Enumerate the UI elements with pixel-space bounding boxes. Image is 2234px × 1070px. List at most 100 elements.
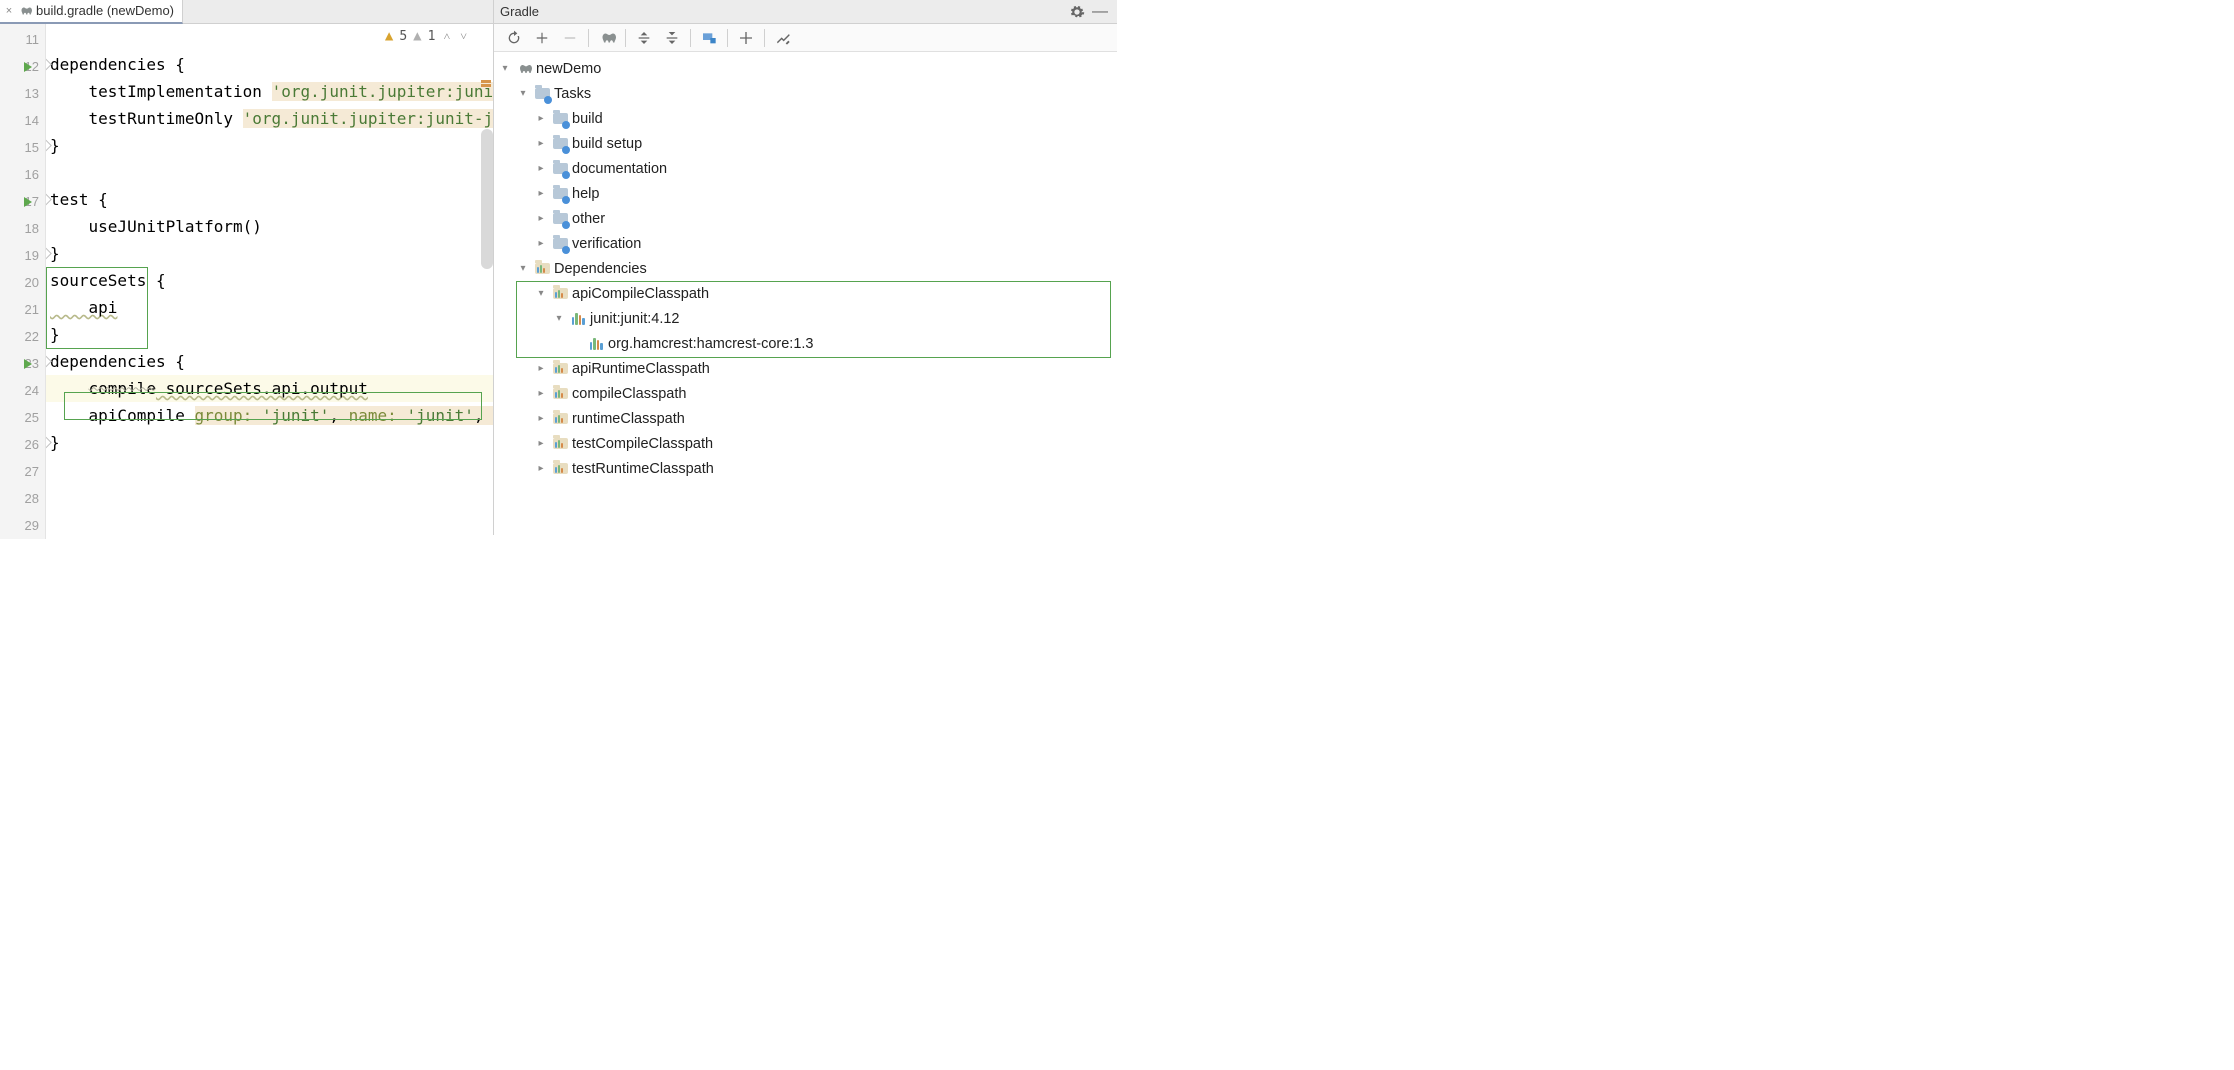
folder-icon [552, 186, 568, 202]
inspections-widget[interactable]: ▲ 5 ▲ 1 ˄ ˅ [383, 28, 471, 44]
tree-node-task[interactable]: documentation [494, 156, 1117, 181]
code-line: } [46, 132, 493, 159]
expand-icon[interactable] [516, 262, 530, 276]
tree-node-config[interactable]: compileClasspath [494, 381, 1117, 406]
library-folder-icon [552, 436, 568, 452]
show-deps-icon[interactable] [695, 27, 723, 49]
expand-icon[interactable] [498, 62, 512, 76]
tree-label: runtimeClasspath [572, 411, 685, 427]
expand-icon [570, 337, 584, 351]
run-gutter-icon[interactable] [24, 359, 32, 369]
gradle-header: Gradle — [494, 0, 1117, 24]
tree-node-tasks[interactable]: Tasks [494, 81, 1117, 106]
line-number: 15 [25, 140, 39, 155]
line-number: 20 [25, 275, 39, 290]
expand-icon[interactable] [534, 237, 548, 251]
editor-tab-build-gradle[interactable]: × build.gradle (newDemo) [0, 0, 183, 24]
scrollbar-thumb[interactable] [481, 129, 493, 269]
tree-node-task[interactable]: build [494, 106, 1117, 131]
tree-label: testRuntimeClasspath [572, 461, 714, 477]
close-tab-icon[interactable]: × [4, 5, 14, 17]
stripe-mark[interactable] [481, 84, 491, 87]
tree-node-config[interactable]: runtimeClasspath [494, 406, 1117, 431]
tree-node-config[interactable]: testCompileClasspath [494, 431, 1117, 456]
line-number: 26 [25, 437, 39, 452]
prev-highlight-icon[interactable]: ˄ [441, 29, 452, 44]
expand-icon[interactable] [534, 362, 548, 376]
tree-label: help [572, 186, 599, 202]
editor-tabs-bar: × build.gradle (newDemo) [0, 0, 493, 24]
line-number: 21 [25, 302, 39, 317]
tree-node-task[interactable]: other [494, 206, 1117, 231]
tree-node-config[interactable]: apiCompileClasspath [494, 281, 1117, 306]
code-line: useJUnitPlatform() [46, 213, 493, 240]
code-line: dependencies { [46, 348, 493, 375]
tree-label: junit:junit:4.12 [590, 311, 679, 327]
folder-icon [552, 211, 568, 227]
tree-label: documentation [572, 161, 667, 177]
folder-icon [552, 161, 568, 177]
remove-icon[interactable] [556, 27, 584, 49]
stripe-mark[interactable] [481, 80, 491, 83]
expand-icon[interactable] [534, 462, 548, 476]
settings-icon[interactable] [1069, 4, 1085, 20]
line-number: 18 [25, 221, 39, 236]
code-line: test { [46, 186, 493, 213]
tree-label: build [572, 111, 603, 127]
weak-warning-icon: ▲ [413, 28, 421, 44]
tree-node-library[interactable]: org.hamcrest:hamcrest-core:1.3 [494, 331, 1117, 356]
offline-mode-icon[interactable] [732, 27, 760, 49]
code-line: } [46, 240, 493, 267]
hide-toolwindow-icon[interactable]: — [1089, 3, 1111, 21]
build-settings-icon[interactable] [769, 27, 797, 49]
tree-node-task[interactable]: verification [494, 231, 1117, 256]
warning-count: 5 [399, 29, 407, 44]
refresh-icon[interactable] [500, 27, 528, 49]
library-folder-icon [552, 461, 568, 477]
expand-icon[interactable] [534, 287, 548, 301]
run-gutter-icon[interactable] [24, 197, 32, 207]
tree-node-config[interactable]: apiRuntimeClasspath [494, 356, 1117, 381]
code-line: apiCompile group: 'junit', name: 'junit'… [46, 402, 493, 429]
library-folder-icon [552, 361, 568, 377]
expand-icon[interactable] [534, 212, 548, 226]
toolbar-separator [625, 29, 626, 47]
line-number: 22 [25, 329, 39, 344]
expand-icon[interactable] [534, 387, 548, 401]
expand-icon[interactable] [534, 412, 548, 426]
tree-node-dependencies[interactable]: Dependencies [494, 256, 1117, 281]
code-line: sourceSets { [46, 267, 493, 294]
expand-icon[interactable] [534, 162, 548, 176]
tree-node-task[interactable]: build setup [494, 131, 1117, 156]
expand-icon[interactable] [534, 187, 548, 201]
tree-node-task[interactable]: help [494, 181, 1117, 206]
gradle-tree[interactable]: newDemo Tasks build build setup document… [494, 52, 1117, 535]
tree-node-root[interactable]: newDemo [494, 56, 1117, 81]
expand-icon[interactable] [552, 312, 566, 326]
tree-node-config[interactable]: testRuntimeClasspath [494, 456, 1117, 481]
code-line: dependencies { [46, 51, 493, 78]
line-number: 24 [25, 383, 39, 398]
toolbar-separator [727, 29, 728, 47]
folder-tasks-icon [534, 86, 550, 102]
error-stripe[interactable] [479, 24, 493, 539]
expand-icon[interactable] [534, 112, 548, 126]
warning-icon: ▲ [385, 28, 393, 44]
run-gutter-icon[interactable] [24, 62, 32, 72]
expand-icon[interactable] [534, 437, 548, 451]
tree-label: Tasks [554, 86, 591, 102]
expand-icon[interactable] [534, 137, 548, 151]
line-number: 27 [25, 464, 39, 479]
add-icon[interactable] [528, 27, 556, 49]
collapse-all-icon[interactable] [658, 27, 686, 49]
code-area[interactable]: ▲ 5 ▲ 1 ˄ ˅ dependencies { testImplement… [46, 24, 493, 539]
expand-icon[interactable] [516, 87, 530, 101]
gradle-task-icon[interactable] [593, 27, 621, 49]
expand-all-icon[interactable] [630, 27, 658, 49]
tree-label: apiRuntimeClasspath [572, 361, 710, 377]
code-line: testRuntimeOnly 'org.junit.jupiter:junit… [46, 105, 493, 132]
code-line [46, 483, 493, 510]
editor-body: 11 12 13 14 15 16 17 18 19 20 21 22 23 2… [0, 24, 493, 539]
next-highlight-icon[interactable]: ˅ [458, 29, 469, 44]
tree-node-library[interactable]: junit:junit:4.12 [494, 306, 1117, 331]
